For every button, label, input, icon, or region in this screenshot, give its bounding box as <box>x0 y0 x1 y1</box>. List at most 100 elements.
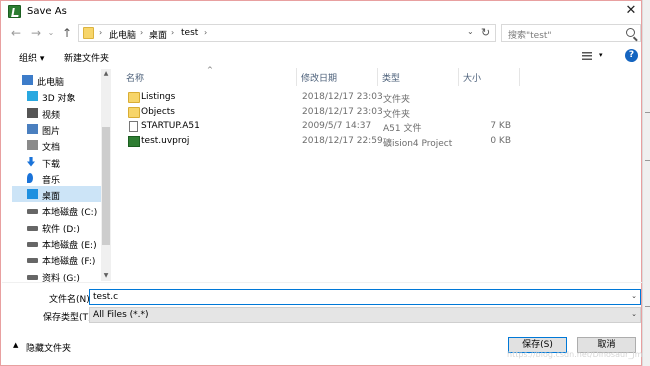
file-row[interactable]: Objects 2018/12/17 23:03 文件夹 <box>119 105 539 120</box>
save-as-dialog: Save As ✕ ← → ⌄ ↑ › 此电脑 › 桌面 › test › ⌄ … <box>0 0 643 366</box>
sidebar-item[interactable]: 本地磁盘 (E:) <box>12 235 101 251</box>
uvision-app-icon <box>8 5 21 18</box>
file-list: ^ 名称 修改日期 类型 大小 Listings 2018/12/17 23:03… <box>119 66 641 281</box>
filename-field[interactable]: test.c ⌄ <box>89 289 641 305</box>
background-line <box>645 306 650 307</box>
back-button[interactable]: ← <box>9 25 23 41</box>
column-header-size[interactable]: 大小 <box>463 71 481 84</box>
chevron-down-icon[interactable]: ⌄ <box>631 292 637 300</box>
sidebar-item-label: 文档 <box>42 143 61 154</box>
download-icon <box>27 156 35 167</box>
sidebar-item[interactable]: 3D 对象 <box>12 88 101 104</box>
watermark-text: https://blog.csdn.net/Dinosaur_Jm <box>507 350 643 359</box>
sidebar-item[interactable]: 本地磁盘 (C:) <box>12 202 101 218</box>
breadcrumb-separator: › <box>171 28 175 37</box>
sidebar-item[interactable]: 视频 <box>12 105 101 121</box>
breadcrumb-test[interactable]: test <box>181 28 198 38</box>
file-row[interactable]: test.uvproj 2018/12/17 22:59 礦ision4 Proje… <box>119 134 539 149</box>
scroll-up-icon[interactable]: ▲ <box>101 69 111 79</box>
filetype-select[interactable]: All Files (*.*) ⌄ <box>89 307 641 323</box>
breadcrumb-this-pc[interactable]: 此电脑 <box>109 28 136 41</box>
filename-label: 文件名(N): <box>49 295 93 305</box>
column-divider[interactable] <box>519 68 520 86</box>
background-line <box>645 112 650 113</box>
sidebar-item-label: 桌面 <box>42 192 61 203</box>
navigation-pane: 此电脑 3D 对象视频 图片文档 下载音乐桌面 本地磁盘 (C:) 软件 (D:) 本地磁盘… <box>12 69 111 284</box>
breadcrumb-separator: › <box>204 28 208 37</box>
nav-scrollbar[interactable]: ▲ ▼ <box>101 69 111 281</box>
filename-value[interactable]: test.c <box>93 292 118 302</box>
sidebar-item[interactable]: 音乐 <box>12 170 101 186</box>
column-header-modified[interactable]: 修改日期 <box>301 71 337 84</box>
search-placeholder: 搜索"test" <box>508 31 552 41</box>
sidebar-item-label: 音乐 <box>42 175 61 186</box>
file-type: 礦ision4 Project <box>383 138 453 149</box>
sidebar-item[interactable]: 图片 <box>12 121 101 137</box>
sidebar-item-label: 此电脑 <box>37 78 65 88</box>
desktop-icon <box>27 189 38 200</box>
sidebar-item-label: 视频 <box>42 110 61 121</box>
breadcrumb-separator: › <box>140 28 144 37</box>
drive-icon <box>27 274 38 280</box>
folder-icon <box>128 92 140 103</box>
column-divider[interactable] <box>296 68 297 86</box>
file-name: Objects <box>141 106 176 117</box>
file-row[interactable]: Listings 2018/12/17 23:03 文件夹 <box>119 90 539 105</box>
collapse-arrow-icon[interactable]: ▲ <box>13 341 18 349</box>
view-details-icon[interactable] <box>582 52 592 60</box>
search-input[interactable]: 搜索"test" <box>501 24 641 42</box>
sidebar-item[interactable]: 桌面 <box>12 186 101 203</box>
address-bar[interactable]: › 此电脑 › 桌面 › test › ⌄ ↻ <box>78 24 496 42</box>
sidebar-item[interactable]: 文档 <box>12 137 101 153</box>
view-dropdown-icon[interactable]: ▾ <box>599 51 603 59</box>
refresh-icon[interactable]: ↻ <box>481 26 490 39</box>
close-button[interactable]: ✕ <box>623 3 639 19</box>
recent-locations-button[interactable]: ⌄ <box>44 25 58 41</box>
title-bar: Save As ✕ <box>1 1 641 22</box>
folder-icon <box>83 27 94 39</box>
cube-icon <box>27 91 38 102</box>
sidebar-item[interactable]: 此电脑 <box>12 72 101 88</box>
column-header-name[interactable]: 名称 <box>126 71 144 84</box>
scroll-down-icon[interactable]: ▼ <box>101 271 111 281</box>
address-dropdown-icon[interactable]: ⌄ <box>467 27 474 36</box>
hide-folders-label[interactable]: 隐藏文件夹 <box>26 341 71 354</box>
drive-icon <box>27 209 38 215</box>
forward-button[interactable]: → <box>29 25 43 41</box>
video-icon <box>27 107 38 118</box>
help-icon[interactable]: ? <box>625 49 638 62</box>
column-divider[interactable] <box>377 68 378 86</box>
file-size: 0 KB <box>490 135 511 146</box>
background-line <box>645 160 650 161</box>
filetype-label: 保存类型(T): <box>43 313 95 323</box>
file-name: test.uvproj <box>141 135 190 146</box>
drive-icon <box>27 258 38 264</box>
sidebar-item[interactable]: 下载 <box>12 154 101 170</box>
chevron-down-icon[interactable]: ⌄ <box>631 310 637 318</box>
breadcrumb-desktop[interactable]: 桌面 <box>149 28 167 41</box>
sidebar-item[interactable]: 软件 (D:) <box>12 219 101 235</box>
search-icon <box>626 28 635 37</box>
filetype-value[interactable]: All Files (*.*) <box>93 310 149 320</box>
scroll-thumb[interactable] <box>102 127 110 245</box>
up-button[interactable]: ↑ <box>60 25 74 41</box>
organize-button[interactable]: 组织 ▾ <box>19 51 44 64</box>
file-size: 7 KB <box>490 121 511 131</box>
breadcrumb-separator: › <box>99 28 103 37</box>
column-divider[interactable] <box>458 68 459 86</box>
new-folder-button[interactable]: 新建文件夹 <box>64 51 109 64</box>
music-icon <box>27 172 33 183</box>
column-header-type[interactable]: 类型 <box>382 71 400 84</box>
computer-icon <box>22 75 33 85</box>
file-row[interactable]: STARTUP.A51 2009/5/7 14:37 A51 文件 7 KB <box>119 119 539 134</box>
sidebar-item-label: 本地磁盘 (E:) <box>42 241 97 251</box>
file-icon <box>129 121 138 132</box>
sidebar-item[interactable]: 本地磁盘 (F:) <box>12 251 101 267</box>
divider <box>2 282 642 283</box>
uvision-icon <box>128 135 140 147</box>
sidebar-item-label: 本地磁盘 (F:) <box>42 257 96 268</box>
sort-ascending-icon: ^ <box>207 66 213 74</box>
drive-icon <box>27 242 38 247</box>
file-type: 文件夹 <box>383 109 411 120</box>
file-modified: 2018/12/17 23:03 <box>302 106 383 117</box>
